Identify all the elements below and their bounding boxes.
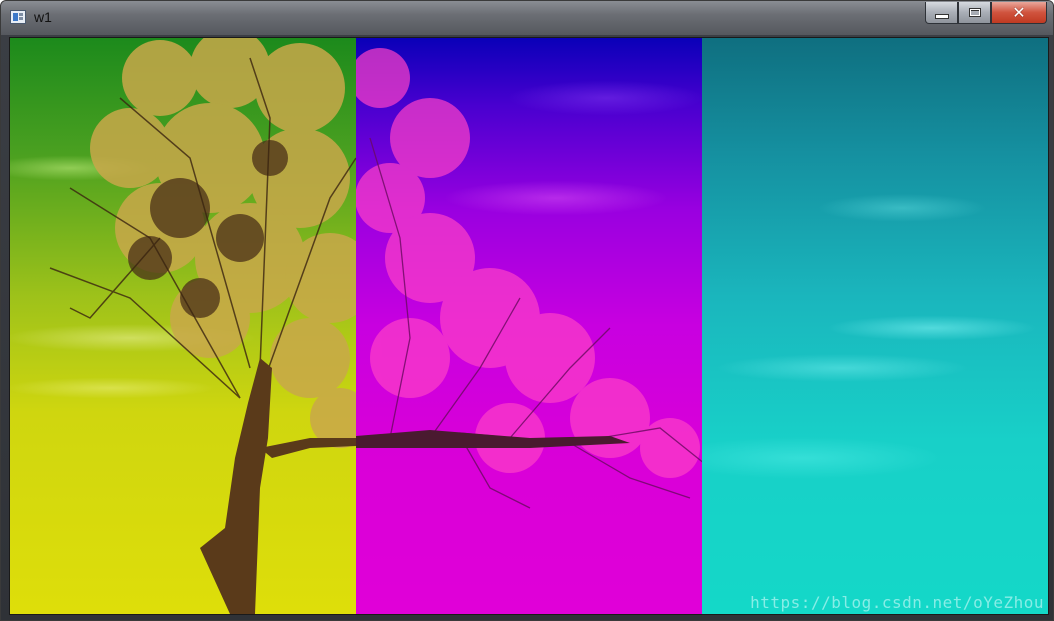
tree-left-half: [49, 38, 356, 614]
window-title: w1: [34, 9, 52, 25]
minimize-button[interactable]: [925, 2, 958, 24]
maximize-icon: [968, 8, 981, 17]
title-bar[interactable]: w1 ✕: [1, 1, 1053, 35]
watermark-text: https://blog.csdn.net/oYeZhou: [750, 593, 1044, 612]
image-canvas[interactable]: https://blog.csdn.net/oYeZhou: [9, 37, 1049, 615]
tree-silhouette: [49, 38, 702, 614]
tree-middle-half: [356, 48, 702, 509]
opencv-window: w1 ✕ https://blog.csdn.net/oYeZhou: [0, 0, 1054, 621]
minimize-icon: [934, 14, 949, 19]
close-button[interactable]: ✕: [991, 2, 1047, 24]
caption-buttons: ✕: [925, 2, 1047, 24]
close-icon: ✕: [1012, 2, 1026, 22]
maximize-button[interactable]: [958, 2, 991, 24]
app-icon[interactable]: [10, 10, 26, 24]
